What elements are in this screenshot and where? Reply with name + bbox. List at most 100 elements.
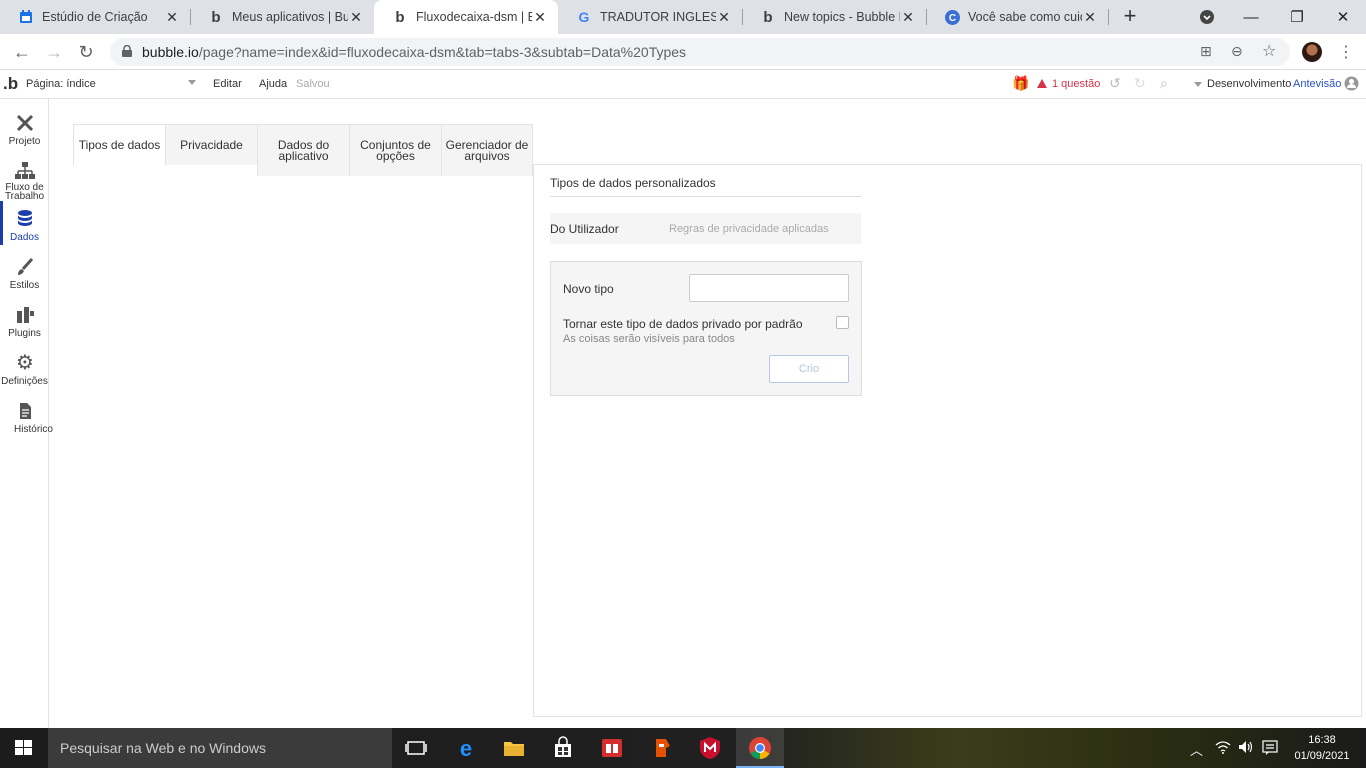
bubble-logo[interactable]: .b	[3, 74, 18, 94]
tab-data-types[interactable]: Tipos de dados	[73, 124, 165, 165]
private-sublabel: As coisas serão visíveis para todos	[563, 333, 735, 345]
menu-edit[interactable]: Editar	[213, 78, 242, 90]
taskbar-search[interactable]: Pesquisar na Web e no Windows	[48, 728, 392, 768]
minimize-icon[interactable]: —	[1228, 0, 1274, 34]
gift-icon[interactable]: 🎁	[1012, 75, 1029, 92]
bubble-b-icon: b	[211, 8, 221, 26]
sidebar-item-logs[interactable]: Histórico	[0, 393, 53, 441]
volume-icon[interactable]	[1238, 740, 1254, 757]
user-icon[interactable]	[1344, 76, 1359, 94]
tab-label: Conjuntos de opções	[360, 137, 431, 163]
chrome-icon[interactable]	[748, 736, 772, 760]
mcafee-icon[interactable]	[698, 736, 722, 760]
tab-title: Fluxodecaixa-dsm | Editor	[416, 10, 532, 24]
window-close-icon[interactable]: ✕	[1320, 0, 1366, 34]
c-circle-icon: C	[944, 9, 960, 25]
page-selector-label: Página: índice	[26, 78, 96, 90]
left-sidebar: Projeto Fluxo de Trabalho Dados Estilos …	[0, 99, 53, 728]
browser-tab-active[interactable]: b Fluxodecaixa-dsm | Editor ✕	[374, 0, 558, 34]
section-title: Tipos de dados personalizados	[550, 176, 861, 197]
close-icon[interactable]: ✕	[1082, 9, 1098, 26]
brush-icon	[14, 257, 36, 277]
chevron-up-icon[interactable]: ︿	[1190, 740, 1203, 759]
sidebar-item-label: Estilos	[9, 280, 40, 291]
new-tab-button[interactable]: +	[1118, 4, 1142, 28]
undo-icon[interactable]: ↺	[1109, 75, 1121, 92]
sidebar-item-data[interactable]: Dados	[0, 201, 49, 249]
tab-option-sets[interactable]: Conjuntos de opções	[349, 124, 441, 176]
back-icon[interactable]: ←	[10, 40, 34, 64]
sidebar-item-workflow[interactable]: Fluxo de Trabalho	[0, 153, 49, 202]
sidebar-item-label: Projeto	[8, 136, 41, 147]
google-g-icon: G	[578, 9, 590, 25]
sidebar-item-styles[interactable]: Estilos	[0, 249, 49, 297]
preview-link[interactable]: Antevisão	[1293, 78, 1341, 90]
bubble-b-icon: b	[395, 8, 405, 26]
plugin-icon	[14, 305, 36, 325]
svg-text:C: C	[948, 13, 955, 24]
close-icon[interactable]: ✕	[900, 9, 916, 26]
gear-icon: ⚙	[16, 352, 34, 374]
notification-icon[interactable]	[1262, 740, 1278, 759]
wifi-icon[interactable]	[1215, 740, 1231, 757]
browser-tab[interactable]: Estúdio de Criação ✕	[0, 0, 190, 34]
bubble-editor-bar: .b Página: índice Editar Ajuda Salvou 🎁 …	[0, 70, 1366, 99]
sidebar-item-design[interactable]: Projeto	[0, 105, 49, 153]
calendar-blue-icon	[18, 9, 34, 25]
app-head-icon[interactable]	[650, 736, 674, 760]
sidebar-item-settings[interactable]: ⚙ Definições	[0, 345, 49, 393]
browser-toolbar: ← → ↻ bubble.io/page?name=index&id=fluxo…	[0, 34, 1366, 70]
windows-taskbar: Pesquisar na Web e no Windows e ︿ 16:38 …	[0, 728, 1366, 768]
sidebar-item-label: Dados	[10, 232, 39, 243]
tab-search-icon[interactable]	[1184, 0, 1230, 34]
browser-tab[interactable]: G TRADUTOR INGLES - Pesquisa ✕	[558, 0, 742, 34]
reload-icon[interactable]: ↻	[74, 40, 98, 64]
restore-icon[interactable]: ❐	[1274, 0, 1320, 34]
forward-icon[interactable]: →	[42, 40, 66, 64]
page-selector[interactable]: Página: índice	[26, 78, 198, 90]
issues-indicator[interactable]: 1 questão	[1037, 78, 1100, 90]
tab-label: Privacidade	[180, 137, 243, 152]
profile-avatar[interactable]	[1302, 42, 1322, 62]
create-button[interactable]: Crio	[769, 355, 849, 383]
windows-start-icon[interactable]	[15, 740, 32, 756]
saved-status: Salvou	[296, 78, 330, 90]
tab-privacy[interactable]: Privacidade	[165, 124, 257, 165]
browser-tab-strip: Estúdio de Criação ✕ b Meus aplicativos …	[0, 0, 1366, 34]
tab-label: Gerenciador de arquivos	[445, 137, 529, 163]
search-placeholder: Pesquisar na Web e no Windows	[60, 740, 266, 756]
sidebar-item-label: Fluxo de Trabalho	[4, 182, 45, 202]
zoom-icon[interactable]: ⊖	[1231, 43, 1243, 60]
reader-icon[interactable]	[600, 736, 624, 760]
close-icon[interactable]: ✕	[532, 9, 548, 26]
mode-selector[interactable]: Desenvolvimento	[1207, 78, 1291, 90]
close-icon[interactable]: ✕	[348, 9, 364, 26]
redo-icon[interactable]: ↻	[1134, 75, 1146, 92]
close-icon[interactable]: ✕	[716, 9, 732, 26]
url-text: bubble.io/page?name=index&id=fluxodecaix…	[142, 44, 687, 60]
file-explorer-icon[interactable]	[502, 736, 526, 760]
search-icon[interactable]: ⌕	[1160, 75, 1168, 92]
tab-file-manager[interactable]: Gerenciador de arquivos	[441, 124, 533, 176]
taskbar-clock[interactable]: 16:38 01/09/2021	[1290, 732, 1354, 764]
browser-tab[interactable]: b Meus aplicativos | Bubble ✕	[190, 0, 374, 34]
new-type-input[interactable]	[689, 274, 849, 302]
store-icon[interactable]	[551, 736, 575, 760]
browser-tab[interactable]: C Você sabe como cuidar ✕	[926, 0, 1108, 34]
menu-help[interactable]: Ajuda	[259, 78, 287, 90]
close-icon[interactable]: ✕	[164, 9, 180, 26]
menu-kebab-icon[interactable]: ⋮	[1336, 42, 1356, 62]
tab-title: Meus aplicativos | Bubble	[232, 10, 348, 24]
task-view-icon[interactable]	[404, 736, 428, 760]
data-type-row[interactable]: Do Utilizador Regras de privacidade apli…	[550, 213, 861, 244]
sidebar-item-plugins[interactable]: Plugins	[0, 297, 49, 345]
svg-text:e: e	[460, 736, 472, 760]
translate-icon[interactable]: ⊞	[1200, 43, 1212, 60]
tab-app-data[interactable]: Dados do aplicativo	[257, 124, 349, 176]
private-checkbox[interactable]	[836, 316, 849, 329]
tab-label: Tipos de dados	[78, 137, 161, 152]
edge-icon[interactable]: e	[454, 736, 478, 761]
address-bar[interactable]: bubble.io/page?name=index&id=fluxodecaix…	[110, 38, 1290, 66]
bookmark-star-icon[interactable]: ☆	[1262, 41, 1276, 61]
browser-tab[interactable]: b New topics - Bubble Forum ✕	[742, 0, 926, 34]
